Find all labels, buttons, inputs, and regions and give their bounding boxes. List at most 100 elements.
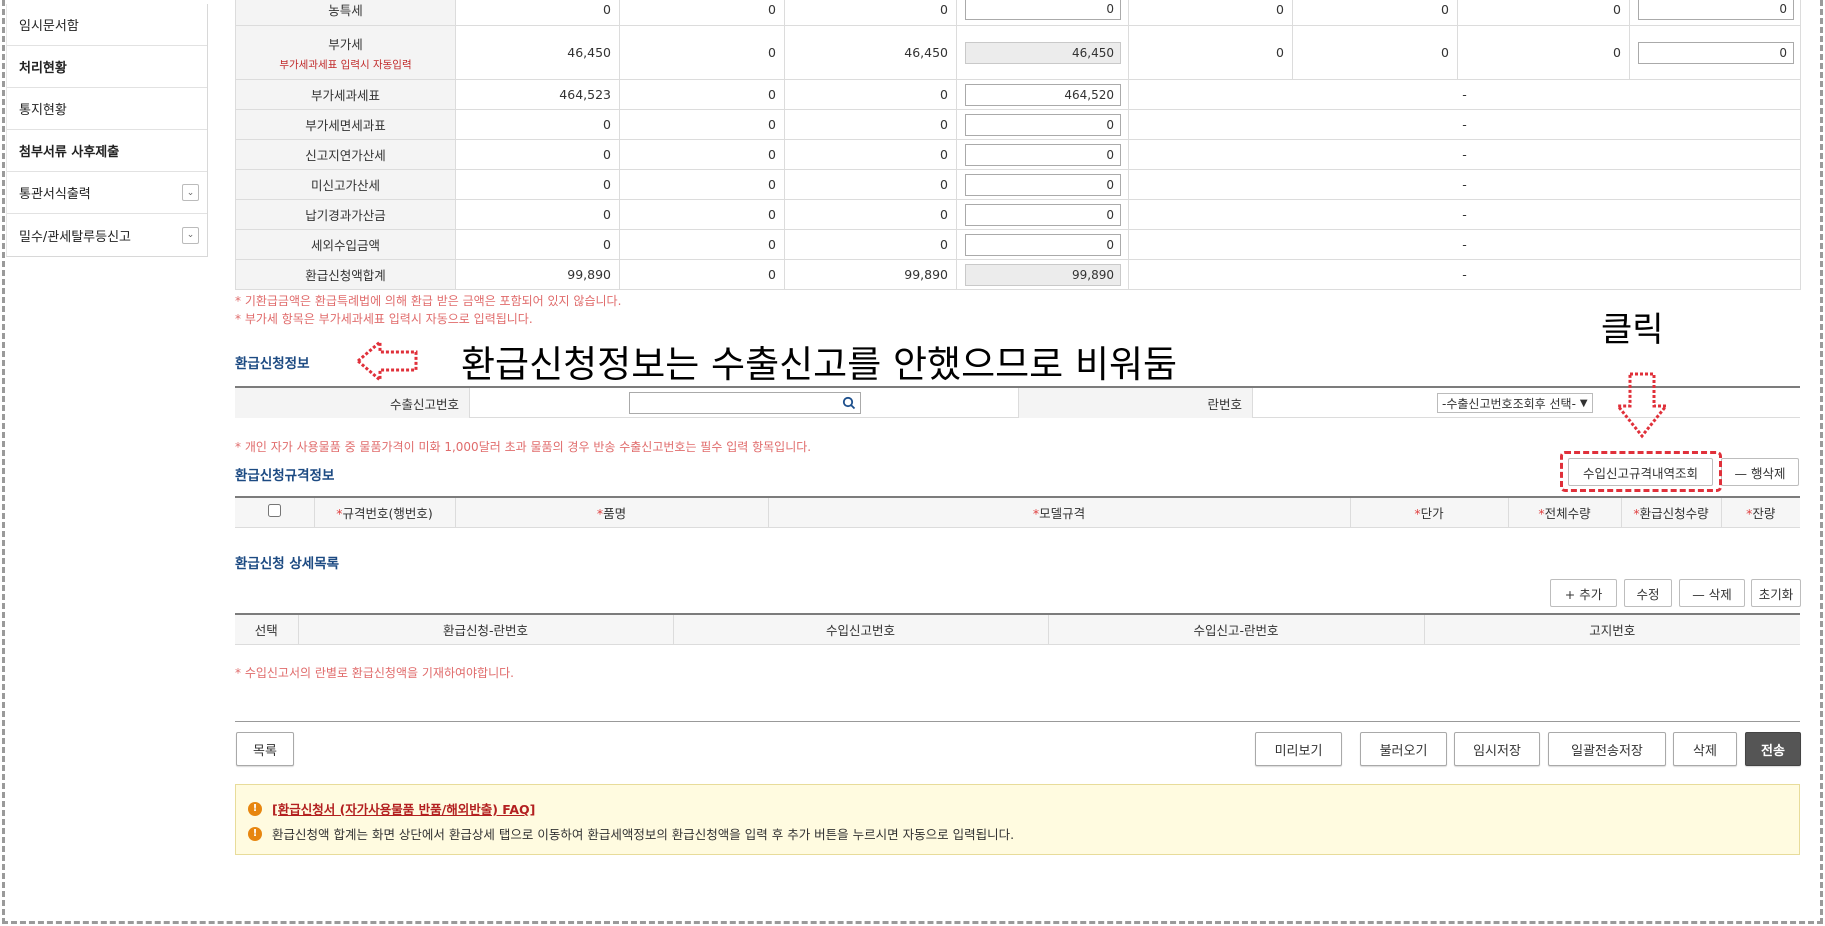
search-icon[interactable]	[842, 396, 856, 410]
section-title-refund-info: 환급신청정보	[235, 356, 310, 372]
sidebar-item-label: 통관서식출력	[19, 187, 91, 202]
amount-input[interactable]: 0	[965, 143, 1121, 166]
cell-value: 0	[455, 199, 620, 230]
refund-info-row: 수출신고번호 란번호 -수출신고번호조회후 선택- ▼	[235, 386, 1800, 418]
row-sublabel: 부가세과세표 입력시 자동입력	[279, 58, 412, 71]
delete-document-button[interactable]: 삭제	[1673, 732, 1737, 766]
row-label: 환급신청액합계	[235, 259, 456, 290]
amount-input[interactable]: 464,520	[965, 83, 1121, 106]
spec-table: *규격번호(행번호) *품명 *모델규격 *단가 *전체수량 *환급신청수량 *…	[235, 496, 1800, 528]
delete-row-button[interactable]: — 행삭제	[1721, 458, 1799, 486]
column-header: 선택	[235, 613, 298, 645]
add-button[interactable]: + 추가	[1550, 579, 1617, 607]
column-header: *단가	[1349, 496, 1508, 528]
amount-input[interactable]: 0	[965, 203, 1121, 226]
cell-value: 0	[455, 169, 620, 200]
load-button[interactable]: 불러오기	[1360, 732, 1447, 766]
info-text: 환급신청액 합계는 화면 상단에서 환급상세 탭으로 이동하여 환급세액정보의 …	[272, 827, 1015, 842]
column-header: *품명	[454, 496, 768, 528]
column-header: *규격번호(행번호)	[313, 496, 455, 528]
amount-readonly: 46,450	[965, 41, 1121, 64]
amount-input[interactable]: 0	[965, 0, 1121, 20]
amount-input[interactable]: 0	[1638, 0, 1794, 20]
cell-value: 0	[784, 169, 957, 200]
edit-button[interactable]: 수정	[1624, 579, 1672, 607]
sidebar-item-label: 통지현황	[19, 103, 67, 118]
column-header-text: 전체수량	[1544, 505, 1591, 521]
detail-table: 선택 환급신청-란번호 수입신고번호 수입신고-란번호 고지번호	[235, 613, 1800, 645]
table-row: 세외수입금액 0 0 0 0 -	[235, 229, 1801, 260]
row-label: 부가세면세과표	[235, 109, 456, 140]
chevron-down-icon[interactable]: ⌄	[182, 184, 199, 201]
empty-cell: -	[1128, 79, 1801, 110]
cell-value: 464,523	[455, 79, 620, 110]
amount-readonly: 99,890	[965, 263, 1121, 286]
sidebar-item-label: 밀수/관세탈루등신고	[19, 229, 132, 245]
column-header-text: 모델규격	[1039, 505, 1086, 521]
note-prior-refund: * 기환급금액은 환급특례법에 의해 환급 받은 금액은 포함되어 있지 않습니…	[235, 294, 622, 308]
cell-value: 0	[619, 169, 785, 200]
sidebar-item-status[interactable]: 처리현황	[7, 46, 207, 88]
info-box: ! [환급신청서 (자가사용물품 반품/해외반출) FAQ] ! 환급신청액 합…	[235, 784, 1800, 855]
line-no-select-wrap: -수출신고번호조회후 선택- ▼	[1437, 388, 1609, 418]
cell-value: 0	[455, 0, 620, 26]
amount-input[interactable]: 0	[965, 173, 1121, 196]
batch-save-button[interactable]: 일괄전송저장	[1548, 732, 1666, 766]
sidebar-item-form-print[interactable]: 통관서식출력 ⌄	[7, 172, 207, 214]
amount-input[interactable]: 0	[965, 113, 1121, 136]
section-title-detail-list: 환급신청 상세목록	[235, 556, 340, 572]
faq-link[interactable]: [환급신청서 (자가사용물품 반품/해외반출) FAQ]	[272, 799, 535, 818]
table-header-row: *규격번호(행번호) *품명 *모델규격 *단가 *전체수량 *환급신청수량 *…	[235, 496, 1800, 528]
sidebar-item-label: 임시문서함	[19, 19, 79, 34]
reset-button[interactable]: 초기화	[1751, 579, 1801, 607]
chevron-down-icon: ▼	[1579, 397, 1588, 409]
sidebar-item-temp-docs[interactable]: 임시문서함	[7, 4, 207, 46]
annotation-click: 클릭	[1601, 310, 1664, 350]
cell-value: 0	[1292, 25, 1458, 80]
cell-value: 0	[784, 79, 957, 110]
empty-cell: -	[1128, 259, 1801, 290]
table-row: 농특세 0 0 0 0 0 0 0 0	[235, 0, 1801, 26]
chevron-down-icon[interactable]: ⌄	[182, 226, 199, 244]
empty-cell: -	[1128, 199, 1801, 230]
amount-input[interactable]: 0	[1638, 41, 1794, 64]
column-header: *모델규격	[767, 496, 1350, 528]
row-label-text: 부가세	[328, 36, 363, 52]
note-line-refund: * 수입신고서의 란별로 환급신청액을 기재하여야합니다.	[235, 666, 514, 680]
cell-value: 0	[1292, 0, 1458, 26]
export-no-input[interactable]	[629, 392, 861, 414]
column-header: 고지번호	[1423, 613, 1800, 645]
row-label: 세외수입금액	[235, 229, 456, 260]
sidebar-item-smuggling-report[interactable]: 밀수/관세탈루등신고 ⌄	[7, 214, 207, 256]
amount-input[interactable]: 0	[965, 233, 1121, 256]
row-label: 부가세과세표	[235, 79, 456, 110]
cell-value: 0	[784, 229, 957, 260]
cell-value: 0	[619, 259, 785, 290]
cell-value: 0	[619, 79, 785, 110]
temp-save-button[interactable]: 임시저장	[1454, 732, 1540, 766]
column-header-text: 품명	[603, 505, 627, 521]
export-no-field	[629, 388, 861, 418]
select-all-checkbox[interactable]	[267, 504, 281, 518]
cell-value: 99,890	[784, 259, 957, 290]
section-title-spec-info: 환급신청규격정보	[235, 468, 335, 484]
list-button[interactable]: 목록	[236, 732, 294, 766]
cell-value: 46,450	[455, 25, 620, 80]
empty-cell: -	[1128, 139, 1801, 170]
column-header: 수입신고번호	[672, 613, 1048, 645]
cell-value: 0	[784, 199, 957, 230]
cell-value: 99,890	[455, 259, 620, 290]
row-label: 신고지연가산세	[235, 139, 456, 170]
send-button[interactable]: 전송	[1745, 732, 1801, 766]
sidebar-item-attachments[interactable]: 첨부서류 사후제출	[7, 130, 207, 172]
line-no-select[interactable]: -수출신고번호조회후 선택- ▼	[1437, 393, 1593, 413]
sidebar-item-notices[interactable]: 통지현황	[7, 88, 207, 130]
empty-cell: -	[1128, 169, 1801, 200]
cell-value: 0	[455, 109, 620, 140]
preview-button[interactable]: 미리보기	[1255, 732, 1342, 766]
info-text-line: ! 환급신청액 합계는 화면 상단에서 환급상세 탭으로 이동하여 환급세액정보…	[248, 824, 1799, 843]
table-row: 부가세과세표 464,523 0 0 464,520 -	[235, 79, 1801, 110]
delete-button[interactable]: — 삭제	[1679, 579, 1745, 607]
column-header-text: 잔량	[1752, 505, 1776, 521]
row-label: 부가세부가세과세표 입력시 자동입력	[235, 25, 456, 80]
